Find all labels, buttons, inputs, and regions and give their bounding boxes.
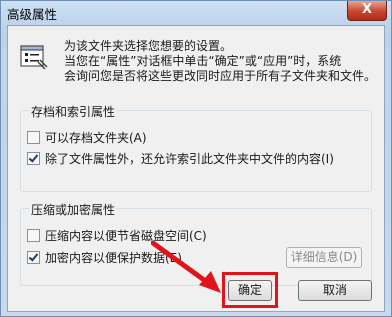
compress-encrypt-group-title: 压缩或加密属性 [29, 201, 118, 218]
dialog-title: 高级属性 [7, 7, 58, 22]
index-checkbox-row[interactable]: 除了文件属性外，还允许索引此文件夹中文件的内容(I) [27, 150, 334, 166]
advanced-attributes-dialog: 高级属性 X 为该文件夹选择您想要的设置。 当您在“属性”对话框中单击“确定”或… [0, 0, 392, 317]
dialog-description: 为该文件夹选择您想要的设置。 当您在“属性”对话框中单击“确定”或“应用”时，系… [64, 39, 376, 84]
archive-checkbox-label: 可以存档文件夹(A) [45, 130, 147, 145]
archive-index-group-title: 存档和索引属性 [29, 103, 118, 120]
description-line: 会询问您是否将这些更改同时应用于所有子文件夹和文件。 [64, 69, 377, 83]
compress-checkbox[interactable] [27, 228, 40, 242]
red-arrow-annotation [151, 241, 221, 293]
ok-highlight-box [222, 272, 278, 308]
archive-index-group: 存档和索引属性 可以存档文件夹(A) 除了文件属性外，还允许索引此文件夹中文件的… [20, 103, 372, 192]
folder-properties-icon [20, 45, 48, 70]
close-icon: X [361, 2, 373, 17]
archive-checkbox[interactable] [27, 130, 40, 144]
close-button[interactable]: X [347, 1, 387, 21]
description-line: 为该文件夹选择您想要的设置。 [64, 39, 233, 53]
encrypt-checkbox[interactable] [27, 250, 40, 264]
details-button[interactable]: 详细信息(D) [286, 247, 362, 268]
index-checkbox-label: 除了文件属性外，还允许索引此文件夹中文件的内容(I) [45, 151, 334, 166]
index-checkbox[interactable] [27, 151, 40, 165]
cancel-button[interactable]: 取消 [298, 280, 372, 301]
description-line: 当您在“属性”对话框中单击“确定”或“应用”时，系统 [64, 54, 342, 68]
archive-checkbox-row[interactable]: 可以存档文件夹(A) [27, 129, 147, 145]
